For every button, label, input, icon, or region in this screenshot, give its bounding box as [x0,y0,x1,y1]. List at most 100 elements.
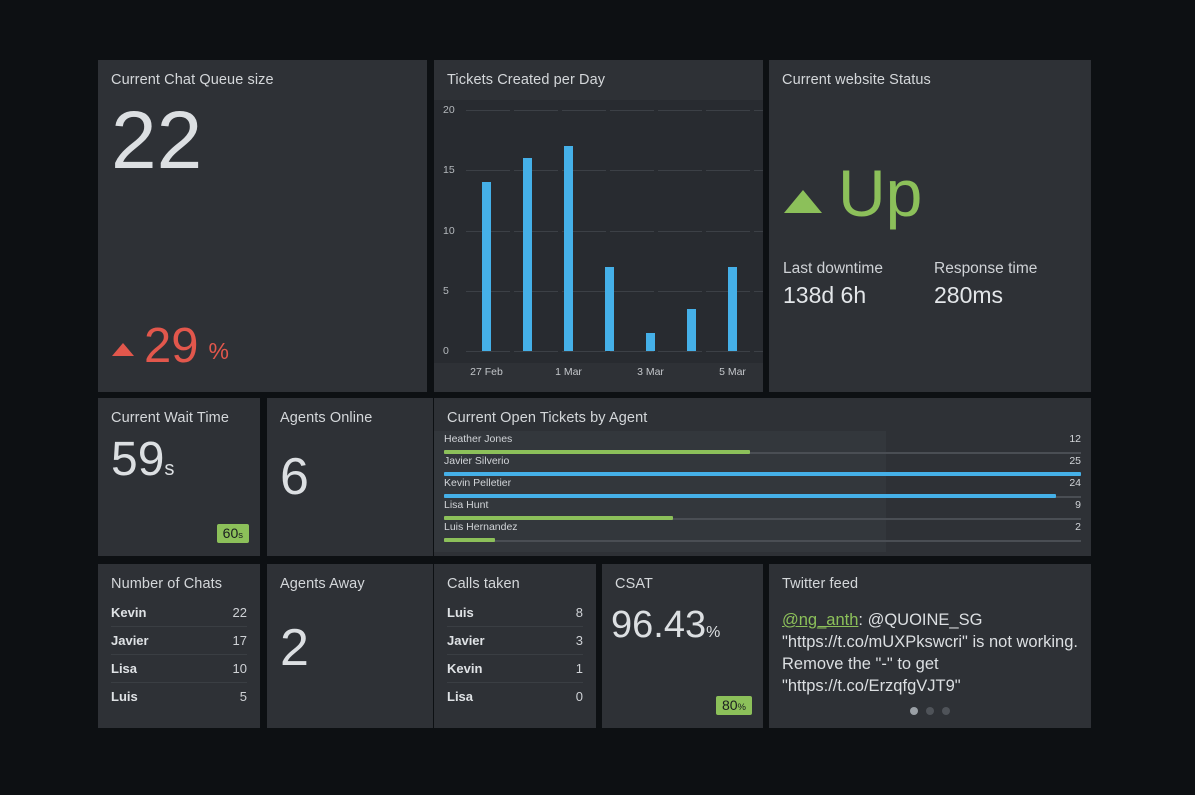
wait-time-number: 59 [111,433,165,486]
chart-x-tick: 27 Feb [470,366,503,378]
panel-agents-online: Agents Online 6 [267,398,433,556]
tweet-handle-link[interactable]: @ng_anth [782,611,858,629]
chart-gridline [466,170,763,172]
row-name: Kevin [111,605,147,620]
chart-x-tick: 5 Mar [719,366,746,378]
chats-row: Javier 17 [111,627,247,655]
panel-current-wait-time: Current Wait Time 59s 60s [98,398,260,556]
chart-bar [482,182,491,351]
badge-value: 60 [222,524,239,541]
tweet-pagination[interactable] [769,707,1091,715]
panel-chat-queue: Current Chat Queue size 22 29 % [98,60,427,392]
agent-name: Kevin Pelletier [444,477,512,489]
status-text: Up [838,156,923,230]
row-name: Luis [111,689,138,704]
csat-number: 96.43 [611,604,707,646]
row-name: Kevin [447,661,483,676]
chart-bar [687,308,696,351]
stat-value: 280ms [934,282,1004,308]
agent-name: Lisa Hunt [444,499,489,511]
chart-x-tick: 3 Mar [637,366,664,378]
csat-value: 96.43% [611,606,720,644]
panel-title: Current Chat Queue size [111,72,274,88]
row-name: Lisa [111,661,138,676]
panel-twitter-feed: Twitter feed @ng_anth: @QUOINE_SG "https… [769,564,1091,728]
calls-row: Javier 3 [447,627,583,655]
delta-unit: % [208,338,229,365]
chart-y-tick: 15 [443,164,455,177]
agent-bar-fill [444,516,674,520]
pagination-dot[interactable] [942,707,950,715]
chart-x-axis: 27 Feb 1 Mar 3 Mar 5 Mar [434,366,763,382]
agent-ticket-row: Heather Jones 12 [444,433,1081,455]
agent-bar-track [444,472,1081,476]
chart-gridline [466,290,763,292]
agent-ticket-count: 2 [1075,521,1081,533]
agent-bar-fill [444,494,1056,498]
agent-bar-fill [444,472,1081,476]
chats-row: Kevin 22 [111,599,247,627]
agent-bar-track [444,538,1081,542]
row-value: 10 [232,661,247,676]
calls-row: Kevin 1 [447,655,583,683]
agent-ticket-row: Luis Hernandez 2 [444,521,1081,543]
csat-unit: % [706,624,721,641]
row-name: Javier [447,633,485,648]
chart-bar [605,266,614,351]
agent-name: Heather Jones [444,433,513,445]
agent-ticket-count: 24 [1069,477,1081,489]
panel-agents-away: Agents Away 2 [267,564,433,728]
panel-open-tickets-by-agent: Current Open Tickets by Agent Heather Jo… [434,398,1091,556]
chart-y-tick: 10 [443,224,455,237]
agent-ticket-row: Kevin Pelletier 24 [444,477,1081,499]
panel-title: Current website Status [782,72,931,88]
panel-title: Twitter feed [782,576,859,592]
panel-title: Tickets Created per Day [447,72,606,88]
panel-title: Current Wait Time [111,410,229,426]
stat-last-downtime: Last downtime 138d 6h [783,260,883,309]
row-value: 5 [239,689,247,704]
pagination-dot[interactable] [910,707,918,715]
tweet-text: @ng_anth: @QUOINE_SG "https://t.co/mUXPk… [782,609,1080,697]
chart-bar [564,146,573,351]
agent-bar-track [444,450,1081,454]
panel-title: Number of Chats [111,576,223,592]
row-value: 22 [232,605,247,620]
dashboard-grid: Current Chat Queue size 22 29 % Tickets … [98,60,1091,728]
panel-title: Agents Online [280,410,373,426]
stat-label: Response time [934,260,1038,277]
agents-away-value: 2 [280,619,309,677]
row-value: 8 [575,605,583,620]
chat-queue-delta: 29 % [112,319,229,373]
panel-csat: CSAT 96.43% 80% [602,564,763,728]
calls-row: Lisa 0 [447,683,583,711]
chart-bar [523,158,532,351]
agent-bar-track [444,516,1081,520]
row-name: Lisa [447,689,474,704]
panel-website-status: Current website Status Up Last downtime … [769,60,1091,392]
calls-row: Luis 8 [447,599,583,627]
stat-label: Last downtime [783,260,883,277]
agent-ticket-count: 25 [1069,455,1081,467]
arrow-up-icon [784,190,822,214]
chat-queue-value: 22 [111,95,203,186]
chart-y-tick: 0 [443,345,449,357]
agent-bar-fill [444,538,495,542]
panel-title: CSAT [615,576,653,592]
bar-chart-plot: 0 5 10 15 20 [434,100,763,363]
pagination-dot[interactable] [926,707,934,715]
chart-y-tick: 5 [443,284,449,297]
agent-name: Luis Hernandez [444,521,518,533]
agent-ticket-count: 12 [1069,433,1081,445]
panel-tickets-per-day: Tickets Created per Day 0 5 10 15 20 27 Feb 1… [434,60,763,392]
csat-target-badge: 80% [715,695,752,715]
agents-online-value: 6 [280,448,309,506]
agent-ticket-row: Javier Silverio 25 [444,455,1081,477]
website-status: Up [784,156,923,230]
agent-ticket-count: 9 [1075,499,1081,511]
panel-calls-taken: Calls taken Luis 8 Javier 3 Kevin 1 Lisa 0 [434,564,596,728]
badge-unit: % [737,701,746,713]
row-value: 1 [575,661,583,676]
agent-ticket-list: Heather Jones 12 Javier Silverio 25 Kevin Pe… [434,431,1091,552]
delta-value: 29 [144,319,199,373]
